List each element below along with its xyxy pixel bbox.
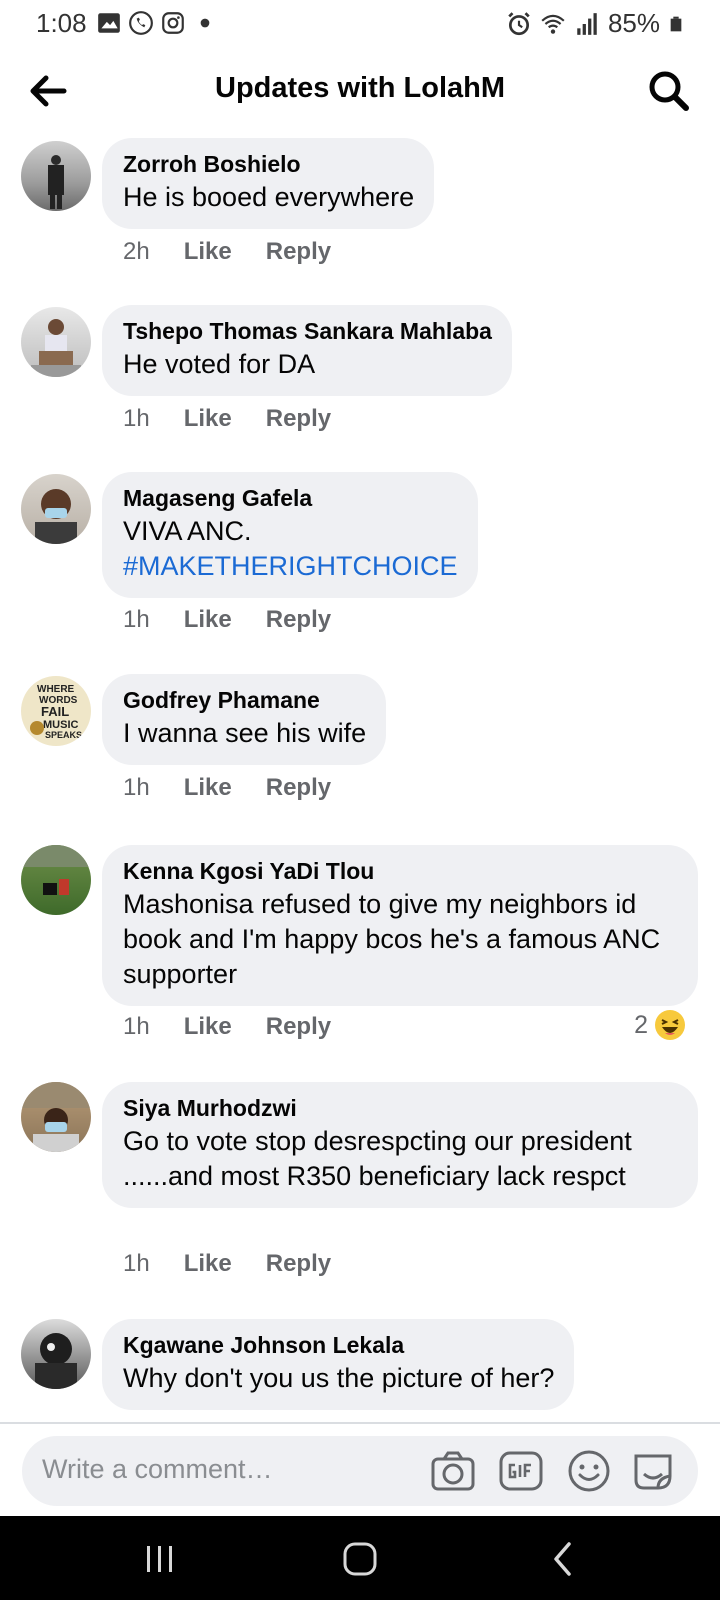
reaction-summary[interactable]: 2 [634, 1009, 686, 1041]
reply-button[interactable]: Reply [266, 774, 331, 802]
signal-icon [577, 12, 597, 35]
search-icon[interactable] [646, 68, 692, 114]
like-button[interactable]: Like [184, 606, 232, 634]
battery-percentage: 85% [607, 8, 660, 38]
comment-actions: 1h Like Reply [123, 606, 331, 634]
gallery-icon [98, 13, 120, 33]
avatar-text-line: WHERE [37, 684, 75, 695]
like-button[interactable]: Like [184, 1013, 232, 1041]
comment-text: Go to vote stop desrespcting our preside… [123, 1126, 632, 1191]
reply-button[interactable]: Reply [266, 405, 331, 433]
comment-input[interactable]: Write a comment… [42, 1454, 273, 1485]
alarm-icon [508, 11, 530, 35]
status-time: 1:08 [36, 8, 87, 38]
comment-time: 2h [123, 238, 150, 265]
comment-time: 1h [123, 606, 150, 633]
comment-bubble[interactable]: Tshepo Thomas Sankara Mahlaba He voted f… [102, 305, 512, 396]
comment-text: Mashonisa refused to give my neighbors i… [123, 889, 661, 989]
comment-author[interactable]: Kenna Kgosi YaDi Tlou [123, 855, 678, 887]
top-app-bar: Updates with LolahM [0, 56, 720, 126]
comment-author[interactable]: Tshepo Thomas Sankara Mahlaba [123, 315, 492, 347]
comment-text: Why don't you us the picture of her? [123, 1363, 555, 1393]
composer-divider [0, 1422, 720, 1424]
comment-composer[interactable]: Write a comment… [22, 1436, 698, 1506]
reply-button[interactable]: Reply [266, 1013, 331, 1041]
avatar[interactable] [21, 474, 91, 544]
avatar[interactable] [21, 1082, 91, 1152]
comment-actions: 2h Like Reply [123, 238, 331, 266]
page-title: Updates with LolahM [215, 72, 505, 104]
system-icons: 85% [506, 8, 684, 39]
like-button[interactable]: Like [184, 774, 232, 802]
comment-author[interactable]: Godfrey Phamane [123, 684, 366, 716]
notification-icons [96, 10, 218, 36]
recents-icon[interactable] [137, 1536, 183, 1582]
wifi-icon [541, 14, 565, 34]
comment-text: I wanna see his wife [123, 718, 367, 748]
whatsapp-icon [129, 11, 153, 35]
like-button[interactable]: Like [184, 238, 232, 266]
reply-button[interactable]: Reply [266, 238, 331, 266]
comment-actions: 1h Like Reply [123, 774, 331, 802]
comment-author[interactable]: Siya Murhodzwi [123, 1092, 678, 1124]
reaction-count: 2 [634, 1010, 648, 1039]
system-nav-bar [0, 1516, 720, 1600]
comment-time: 1h [123, 405, 150, 432]
comment-actions: 1h Like Reply [123, 1250, 331, 1278]
laughing-emoji-icon [655, 1010, 685, 1040]
battery-icon [670, 16, 682, 31]
avatar-text-line: SPEAKS [45, 730, 82, 740]
avatar[interactable] [21, 141, 91, 211]
comment-bubble[interactable]: Siya Murhodzwi Go to vote stop desrespct… [102, 1082, 698, 1208]
comment-text: He is booed everywhere [123, 182, 415, 212]
sticker-icon[interactable] [630, 1448, 676, 1494]
home-icon[interactable] [337, 1536, 383, 1582]
comment-bubble[interactable]: Godfrey Phamane I wanna see his wife [102, 674, 387, 765]
like-button[interactable]: Like [184, 1250, 232, 1278]
avatar[interactable] [21, 1319, 91, 1389]
comment-text: VIVA ANC. [123, 516, 252, 546]
like-button[interactable]: Like [184, 405, 232, 433]
comment-time: 1h [123, 1250, 150, 1277]
avatar[interactable] [21, 845, 91, 915]
comment-author[interactable]: Kgawane Johnson Lekala [123, 1329, 554, 1361]
gif-icon[interactable] [498, 1448, 544, 1494]
dot-icon [200, 18, 210, 28]
avatar-text-line: FAIL [41, 704, 69, 719]
reply-button[interactable]: Reply [266, 606, 331, 634]
comment-author[interactable]: Magaseng Gafela [123, 482, 458, 514]
comment-actions: 1h Like Reply [123, 405, 331, 433]
emoji-icon[interactable] [566, 1448, 612, 1494]
comment-bubble[interactable]: Magaseng Gafela VIVA ANC. #MAKETHERIGHTC… [102, 472, 478, 598]
comment-author[interactable]: Zorroh Boshielo [123, 148, 414, 180]
hashtag-link[interactable]: #MAKETHERIGHTCHOICE [123, 549, 458, 584]
camera-icon[interactable] [430, 1448, 476, 1494]
comment-actions: 1h Like Reply [123, 1013, 331, 1041]
comment-time: 1h [123, 774, 150, 801]
status-bar: 1:08 85% [0, 0, 720, 46]
comment-bubble[interactable]: Kenna Kgosi YaDi Tlou Mashonisa refused … [102, 845, 698, 1006]
avatar[interactable] [21, 307, 91, 377]
back-icon[interactable] [540, 1536, 586, 1582]
comment-bubble[interactable]: Zorroh Boshielo He is booed everywhere [102, 138, 435, 229]
comment-time: 1h [123, 1013, 150, 1040]
avatar[interactable]: WHERE WORDS FAIL MUSIC SPEAKS [21, 676, 91, 746]
reply-button[interactable]: Reply [266, 1250, 331, 1278]
comment-bubble[interactable]: Kgawane Johnson Lekala Why don't you us … [102, 1319, 575, 1410]
instagram-icon [162, 12, 184, 34]
comment-text: He voted for DA [123, 349, 316, 379]
